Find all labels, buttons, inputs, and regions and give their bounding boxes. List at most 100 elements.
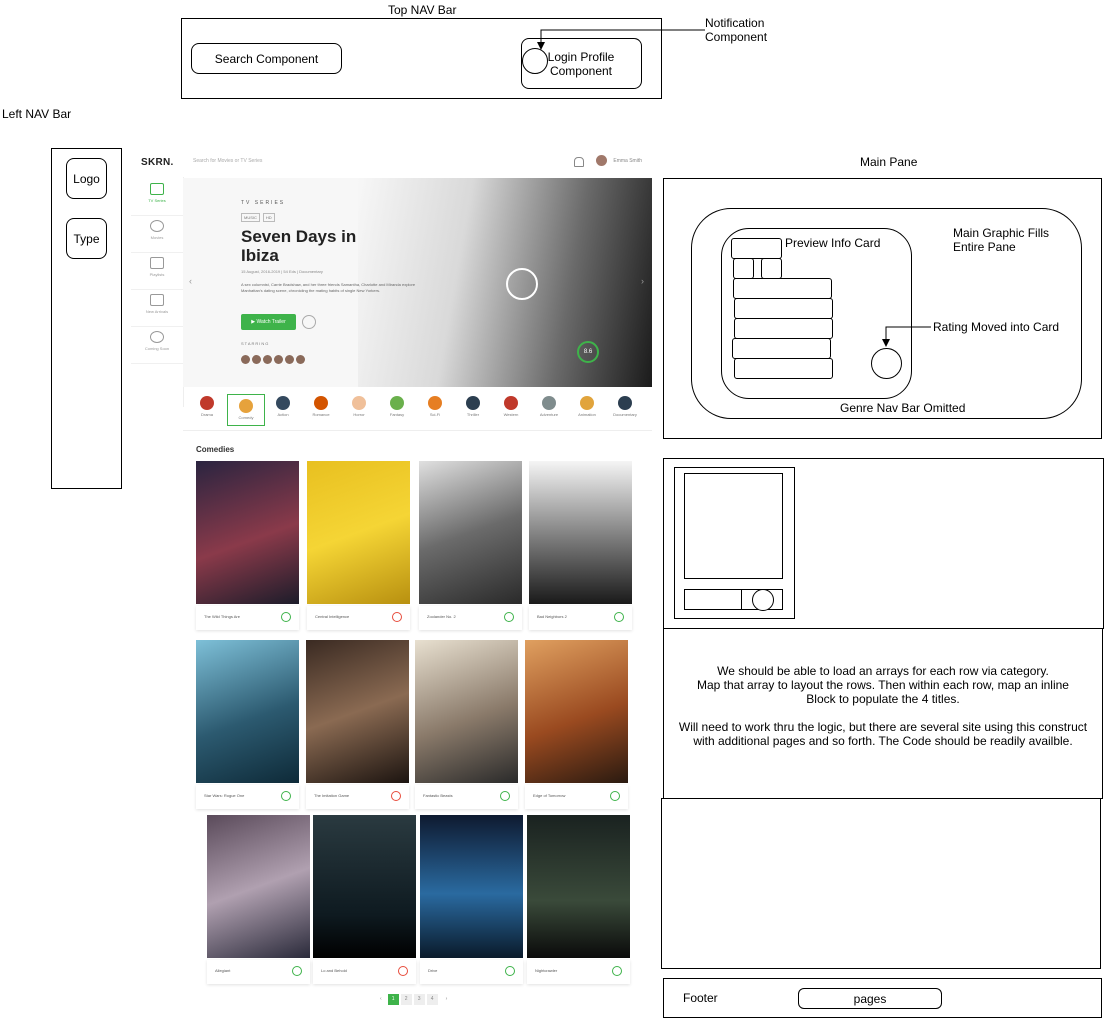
sidebar-item-label: TV Series — [148, 198, 166, 203]
hero-tag: MUSIC — [241, 213, 260, 222]
page-button[interactable]: 1 — [387, 994, 399, 1005]
genre-item[interactable]: Adventure — [531, 392, 567, 417]
chevron-left-icon[interactable]: ‹ — [380, 996, 382, 1002]
title-caption[interactable]: Allegiant — [207, 960, 310, 984]
genre-item[interactable]: Horror — [341, 392, 377, 417]
title-poster[interactable] — [415, 640, 518, 783]
app-search-input[interactable]: Search for Movies or TV Series — [193, 158, 262, 164]
genre-item[interactable]: Documentary — [607, 392, 643, 417]
avatar[interactable] — [274, 355, 283, 364]
genre-label: Romance — [312, 412, 330, 417]
genre-item[interactable]: Sci-Fi — [417, 392, 453, 417]
genre-item[interactable]: Drama — [189, 392, 225, 417]
avatar[interactable] — [252, 355, 261, 364]
title-name: The Wild Things Are — [204, 614, 240, 619]
hero-kicker: TV SERIES — [241, 200, 286, 206]
watch-trailer-label: Watch Trailer — [256, 319, 286, 325]
sidebar-item-label: Playlists — [149, 272, 165, 277]
genre-icon — [466, 396, 480, 410]
title-poster[interactable] — [529, 461, 632, 604]
genre-label: Action — [277, 412, 289, 417]
genre-item[interactable]: Animation — [569, 392, 605, 417]
avatar[interactable] — [596, 155, 607, 166]
title-poster[interactable] — [525, 640, 628, 783]
sidebar-item-label: New Arrivals — [145, 309, 169, 314]
title-poster[interactable] — [420, 815, 523, 958]
title-caption[interactable]: Lo and Behold — [313, 960, 416, 984]
avatar[interactable] — [263, 355, 272, 364]
title-caption[interactable]: Central Intelligence — [307, 606, 410, 630]
rating-ring-icon — [610, 791, 620, 801]
rating-ring-icon — [391, 791, 401, 801]
user-name[interactable]: Emma Smith — [613, 158, 642, 164]
avatar[interactable] — [296, 355, 305, 364]
tv-icon — [150, 183, 164, 195]
hero-description: A sex columnist, Carrie Bradshaw, and he… — [241, 282, 416, 293]
title-caption[interactable]: Bad Neighbors 2 — [529, 606, 632, 630]
genre-item[interactable]: Western — [493, 392, 529, 417]
title-caption[interactable]: Edge of Tomorrow — [525, 785, 628, 809]
genre-item[interactable]: Thriller — [455, 392, 491, 417]
genre-icon — [239, 399, 253, 413]
pagination: ‹ 1 2 3 4 › — [374, 994, 453, 1005]
chevron-right-icon[interactable]: › — [641, 276, 644, 286]
play-icon[interactable] — [506, 268, 538, 300]
page-button[interactable]: 4 — [426, 994, 438, 1005]
watch-trailer-button[interactable]: ▶ Watch Trailer — [241, 314, 296, 330]
sidebar-item-tv-series[interactable]: TV Series — [131, 178, 183, 216]
chevron-left-icon[interactable]: ‹ — [189, 276, 192, 286]
genre-label: Western — [503, 412, 519, 417]
sidebar-item-new-arrivals[interactable]: New Arrivals — [131, 289, 183, 327]
sidebar-item-playlists[interactable]: Playlists — [131, 252, 183, 290]
title-poster[interactable] — [419, 461, 522, 604]
title-poster[interactable] — [196, 640, 299, 783]
app-sidebar: SKRN. TV Series Movies Playlists New Arr… — [131, 147, 184, 407]
app-screenshot: SKRN. TV Series Movies Playlists New Arr… — [131, 147, 652, 1015]
rating-arrow — [882, 326, 931, 347]
add-to-list-button[interactable] — [302, 315, 316, 329]
title-caption[interactable]: Drive — [420, 960, 523, 984]
sidebar-item-movies[interactable]: Movies — [131, 215, 183, 253]
title-caption[interactable]: Zoolander No. 2 — [419, 606, 522, 630]
title-poster[interactable] — [306, 640, 409, 783]
genre-nav: Drama Comedy Action Romance Horror Fantasy Sci… — [183, 390, 652, 431]
title-caption[interactable]: The Imitation Game — [306, 785, 409, 809]
title-name: Central Intelligence — [315, 614, 350, 619]
notification-arrow — [537, 29, 705, 50]
avatar[interactable] — [241, 355, 250, 364]
genre-item[interactable]: Romance — [303, 392, 339, 417]
avatar[interactable] — [285, 355, 294, 364]
genre-icon — [542, 396, 556, 410]
page-button[interactable]: 2 — [400, 994, 412, 1005]
hero-tags: MUSIC HD — [241, 213, 278, 222]
page-button[interactable]: 3 — [413, 994, 425, 1005]
genre-label: Comedy — [238, 415, 254, 420]
title-poster[interactable] — [196, 461, 299, 604]
title-poster[interactable] — [527, 815, 630, 958]
genre-label: Fantasy — [389, 412, 405, 417]
title-caption[interactable]: Fantastic Beasts — [415, 785, 518, 809]
rating-ring-icon — [614, 612, 624, 622]
title-name: Edge of Tomorrow — [533, 793, 566, 798]
rating-ring-icon — [612, 966, 622, 976]
genre-item[interactable]: Comedy — [227, 394, 265, 426]
genre-item[interactable]: Action — [265, 392, 301, 417]
genre-icon — [618, 396, 632, 410]
sidebar-item-label: Movies — [150, 235, 164, 240]
title-caption[interactable]: Star Wars: Rogue One — [196, 785, 299, 809]
title-caption[interactable]: Nightcrawler — [527, 960, 630, 984]
title-name: Fantastic Beasts — [423, 793, 453, 798]
title-caption[interactable]: The Wild Things Are — [196, 606, 299, 630]
chevron-right-icon[interactable]: › — [446, 996, 448, 1002]
title-poster[interactable] — [207, 815, 310, 958]
title-poster[interactable] — [307, 461, 410, 604]
genre-item[interactable]: Fantasy — [379, 392, 415, 417]
sidebar-item-label: Coming Soon — [144, 346, 170, 351]
title-poster[interactable] — [313, 815, 416, 958]
rating-ring-icon — [504, 612, 514, 622]
bell-icon[interactable] — [574, 157, 584, 167]
title-name: Lo and Behold — [321, 968, 347, 973]
sidebar-item-coming-soon[interactable]: Coming Soon — [131, 326, 183, 364]
title-name: Zoolander No. 2 — [427, 614, 456, 619]
genre-icon — [276, 396, 290, 410]
